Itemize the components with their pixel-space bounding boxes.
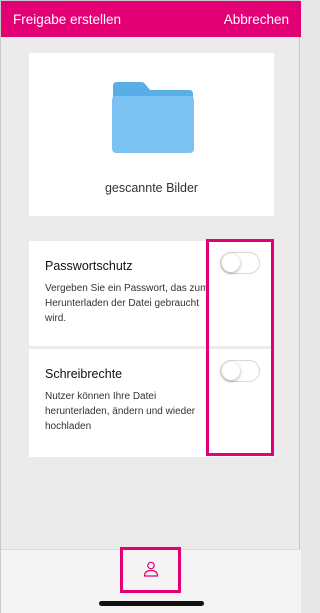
- home-indicator: [99, 601, 204, 606]
- user-button[interactable]: [120, 547, 181, 593]
- user-icon: [143, 561, 159, 577]
- cancel-button[interactable]: Abbrechen: [224, 12, 289, 27]
- folder-name: gescannte Bilder: [104, 181, 199, 195]
- app-frame: Freigabe erstellen Abbrechen gescannte B…: [0, 0, 301, 613]
- top-bar: Freigabe erstellen Abbrechen: [1, 1, 301, 37]
- option-title: Passwortschutz: [45, 259, 133, 273]
- folder-icon: [112, 82, 194, 153]
- toggle-highlight-box: [206, 239, 274, 456]
- page-title: Freigabe erstellen: [13, 12, 122, 27]
- option-description: Nutzer können Ihre Datei herunterladen, …: [45, 391, 196, 432]
- option-description: Vergeben Sie ein Passwort, das zum Herun…: [45, 283, 209, 324]
- option-title: Schreibrechte: [45, 367, 123, 381]
- folder-card: gescannte Bilder: [29, 53, 274, 216]
